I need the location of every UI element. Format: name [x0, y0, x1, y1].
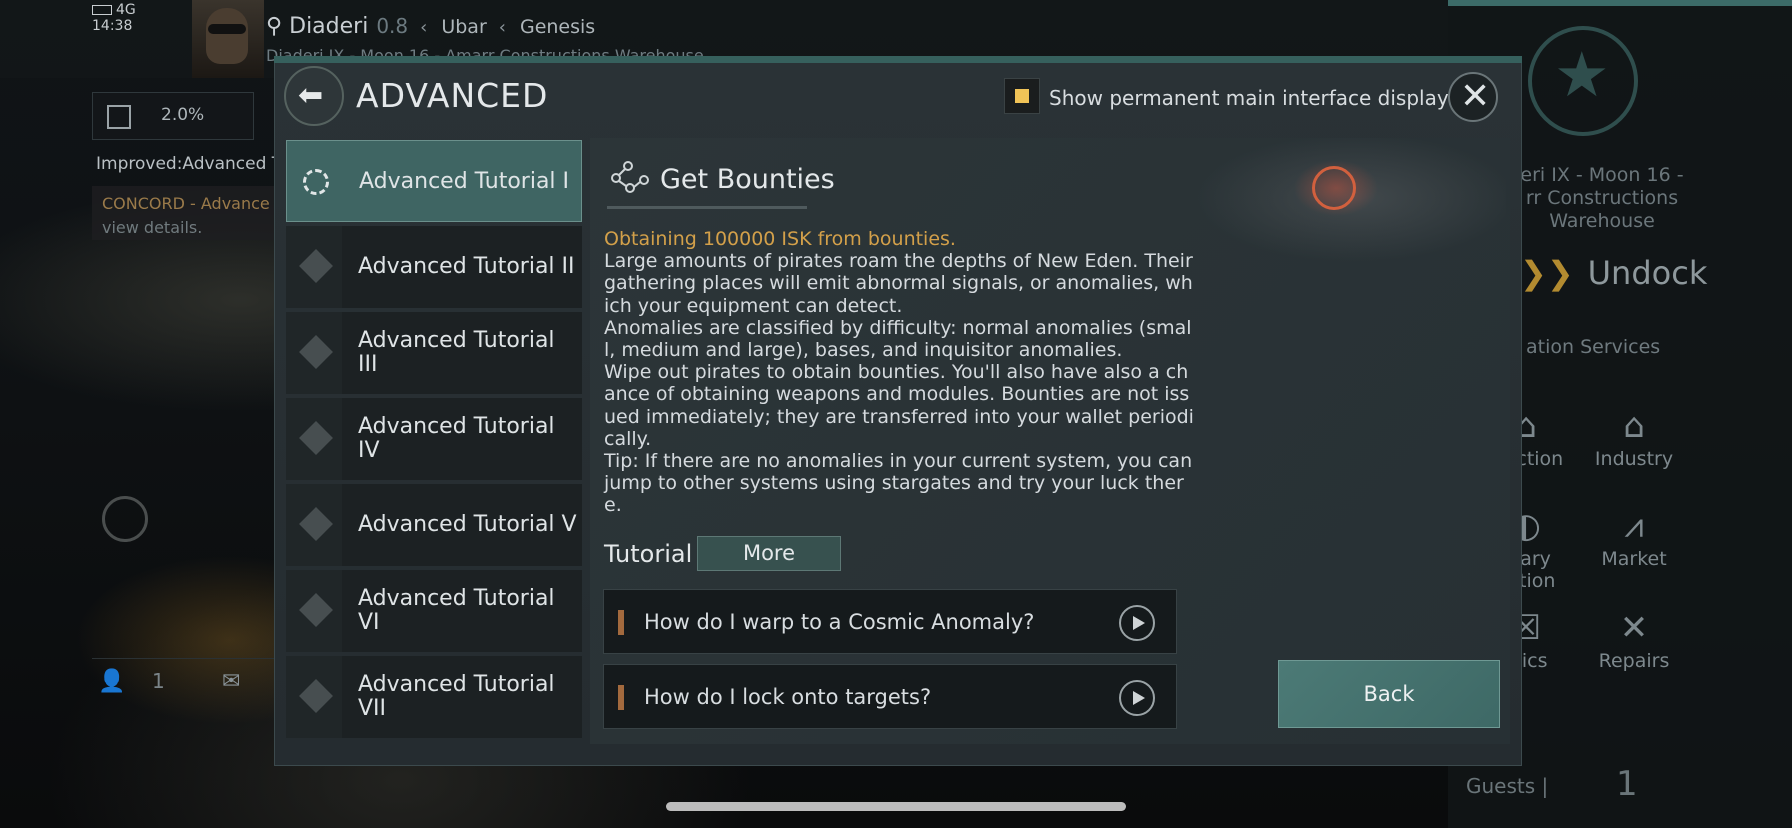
cargo-indicator[interactable]: 2.0% [92, 92, 254, 140]
chevron-left-icon: ‹ [498, 17, 506, 38]
tutorial-item-label: Advanced Tutorial VI [358, 586, 555, 635]
chart-icon: ⩘ [1624, 506, 1644, 546]
show-interface-label[interactable]: Show permanent main interface display [1049, 86, 1449, 110]
undock-button[interactable]: ❯❯ Undock [1520, 254, 1707, 292]
view-details-link[interactable]: view details. [102, 216, 272, 240]
undock-label: Undock [1587, 254, 1708, 292]
battery-icon [92, 5, 112, 15]
concord-notice[interactable]: CONCORD - Advance view details. [92, 186, 282, 240]
target-orb-icon[interactable] [102, 496, 148, 542]
wrench-icon: ✕ [1619, 608, 1649, 648]
bottom-left-bar: 👤 1 ✉ [92, 658, 292, 705]
home-indicator[interactable] [666, 802, 1126, 811]
tutorial-item-6[interactable]: Advanced Tutorial VI [286, 570, 582, 652]
tutorial-label: Tutorial [604, 540, 693, 568]
undock-arrow-icon: ❯❯ [1520, 254, 1574, 292]
tutorial-item-7[interactable]: Advanced Tutorial VII [286, 656, 582, 738]
tutorial-item-4[interactable]: Advanced Tutorial IV [286, 398, 582, 480]
tutorial-item-label: Advanced Tutorial V [358, 512, 577, 537]
location-pin-icon: ⚲ [266, 14, 283, 39]
video-marker [618, 685, 624, 710]
ship-illustration [1176, 138, 1506, 298]
tutorial-item-5[interactable]: Advanced Tutorial V [286, 484, 582, 566]
tutorial-item-3[interactable]: Advanced Tutorial III [286, 312, 582, 394]
pilot-portrait[interactable] [192, 0, 264, 78]
service-item-industry[interactable]: ⌂ Industry [1584, 406, 1684, 470]
services-header: ation Services [1526, 336, 1661, 358]
mail-icon[interactable]: ✉ [222, 669, 240, 694]
cargo-percent: 2.0% [161, 105, 205, 125]
pilot-count: 1 [152, 669, 165, 693]
locked-diamond-icon [299, 593, 333, 627]
cube-icon [107, 105, 131, 129]
video-marker [618, 610, 624, 635]
tutorial-item-label: Advanced Tutorial IV [358, 414, 555, 463]
description-text: Large amounts of pirates roam the depths… [604, 250, 1194, 517]
more-button[interactable]: More [697, 536, 841, 571]
service-item-repairs[interactable]: ✕ Repairs [1584, 608, 1684, 672]
person-icon[interactable]: 👤 [98, 669, 125, 694]
close-icon: ✕ [1460, 76, 1491, 117]
concord-text: CONCORD - Advance [102, 194, 270, 213]
tutorial-list: Advanced Tutorial I Advanced Tutorial II… [286, 138, 582, 744]
close-button[interactable]: ✕ [1448, 72, 1498, 122]
station-name: eri IX - Moon 16 - rr Constructions Ware… [1520, 164, 1684, 232]
service-item-market[interactable]: ⩘ Market [1584, 506, 1684, 570]
faction-emblem-icon [1528, 26, 1638, 136]
locked-diamond-icon [299, 679, 333, 713]
guests-label: Guests | [1466, 774, 1549, 798]
checkbox-indicator [1015, 89, 1029, 103]
location-breadcrumb[interactable]: ⚲ Diaderi 0.8 ‹ Ubar ‹ Genesis [266, 14, 595, 39]
region-label: Ubar [441, 16, 487, 38]
section-underline [607, 206, 807, 209]
tutorial-description: Obtaining 100000 ISK from bounties. Larg… [604, 228, 1194, 517]
service-label: Market [1601, 548, 1667, 570]
video-title: How do I warp to a Cosmic Anomaly? [644, 610, 1035, 634]
security-status: 0.8 [376, 14, 409, 38]
video-item-1[interactable]: How do I warp to a Cosmic Anomaly? [603, 589, 1177, 654]
tutorial-item-1[interactable]: Advanced Tutorial I [286, 140, 582, 222]
system-name: Diaderi [289, 14, 369, 39]
tutorial-item-label: Advanced Tutorial VII [358, 672, 555, 721]
guests-count: 1 [1616, 764, 1638, 804]
play-icon[interactable] [1119, 680, 1155, 716]
network-nodes-icon [611, 161, 649, 193]
locked-diamond-icon [299, 421, 333, 455]
in-progress-icon [303, 169, 329, 195]
improved-notice: Improved:Advanced T [96, 154, 283, 174]
status-bar: 4G 14:38 [92, 2, 136, 34]
locked-diamond-icon [299, 335, 333, 369]
show-interface-checkbox[interactable] [1004, 78, 1040, 114]
signal-label: 4G [116, 2, 136, 18]
back-button[interactable]: Back [1278, 660, 1500, 728]
tutorial-item-label: Advanced Tutorial III [358, 328, 555, 377]
objective-text: Obtaining 100000 ISK from bounties. [604, 228, 956, 250]
play-icon[interactable] [1119, 605, 1155, 641]
chevron-left-icon: ‹ [420, 17, 428, 38]
video-item-2[interactable]: How do I lock onto targets? [603, 664, 1177, 729]
service-label: Repairs [1598, 650, 1670, 672]
back-arrow-icon: ⬅ [298, 78, 324, 113]
locked-diamond-icon [299, 249, 333, 283]
service-label: Industry [1594, 448, 1674, 470]
video-title: How do I lock onto targets? [644, 685, 932, 709]
clock: 14:38 [92, 18, 133, 34]
constellation-label: Genesis [519, 16, 596, 38]
section-title: Get Bounties [660, 164, 835, 195]
locked-diamond-icon [299, 507, 333, 541]
tutorial-item-label: Advanced Tutorial II [358, 254, 575, 279]
tutorial-item-label: Advanced Tutorial I [359, 169, 570, 194]
dialog-accent-line [274, 56, 1522, 63]
factory-icon: ⌂ [1623, 406, 1645, 446]
dialog-title: ADVANCED [356, 76, 549, 115]
tutorial-item-2[interactable]: Advanced Tutorial II [286, 226, 582, 308]
back-arrow-button[interactable]: ⬅ [284, 66, 344, 126]
